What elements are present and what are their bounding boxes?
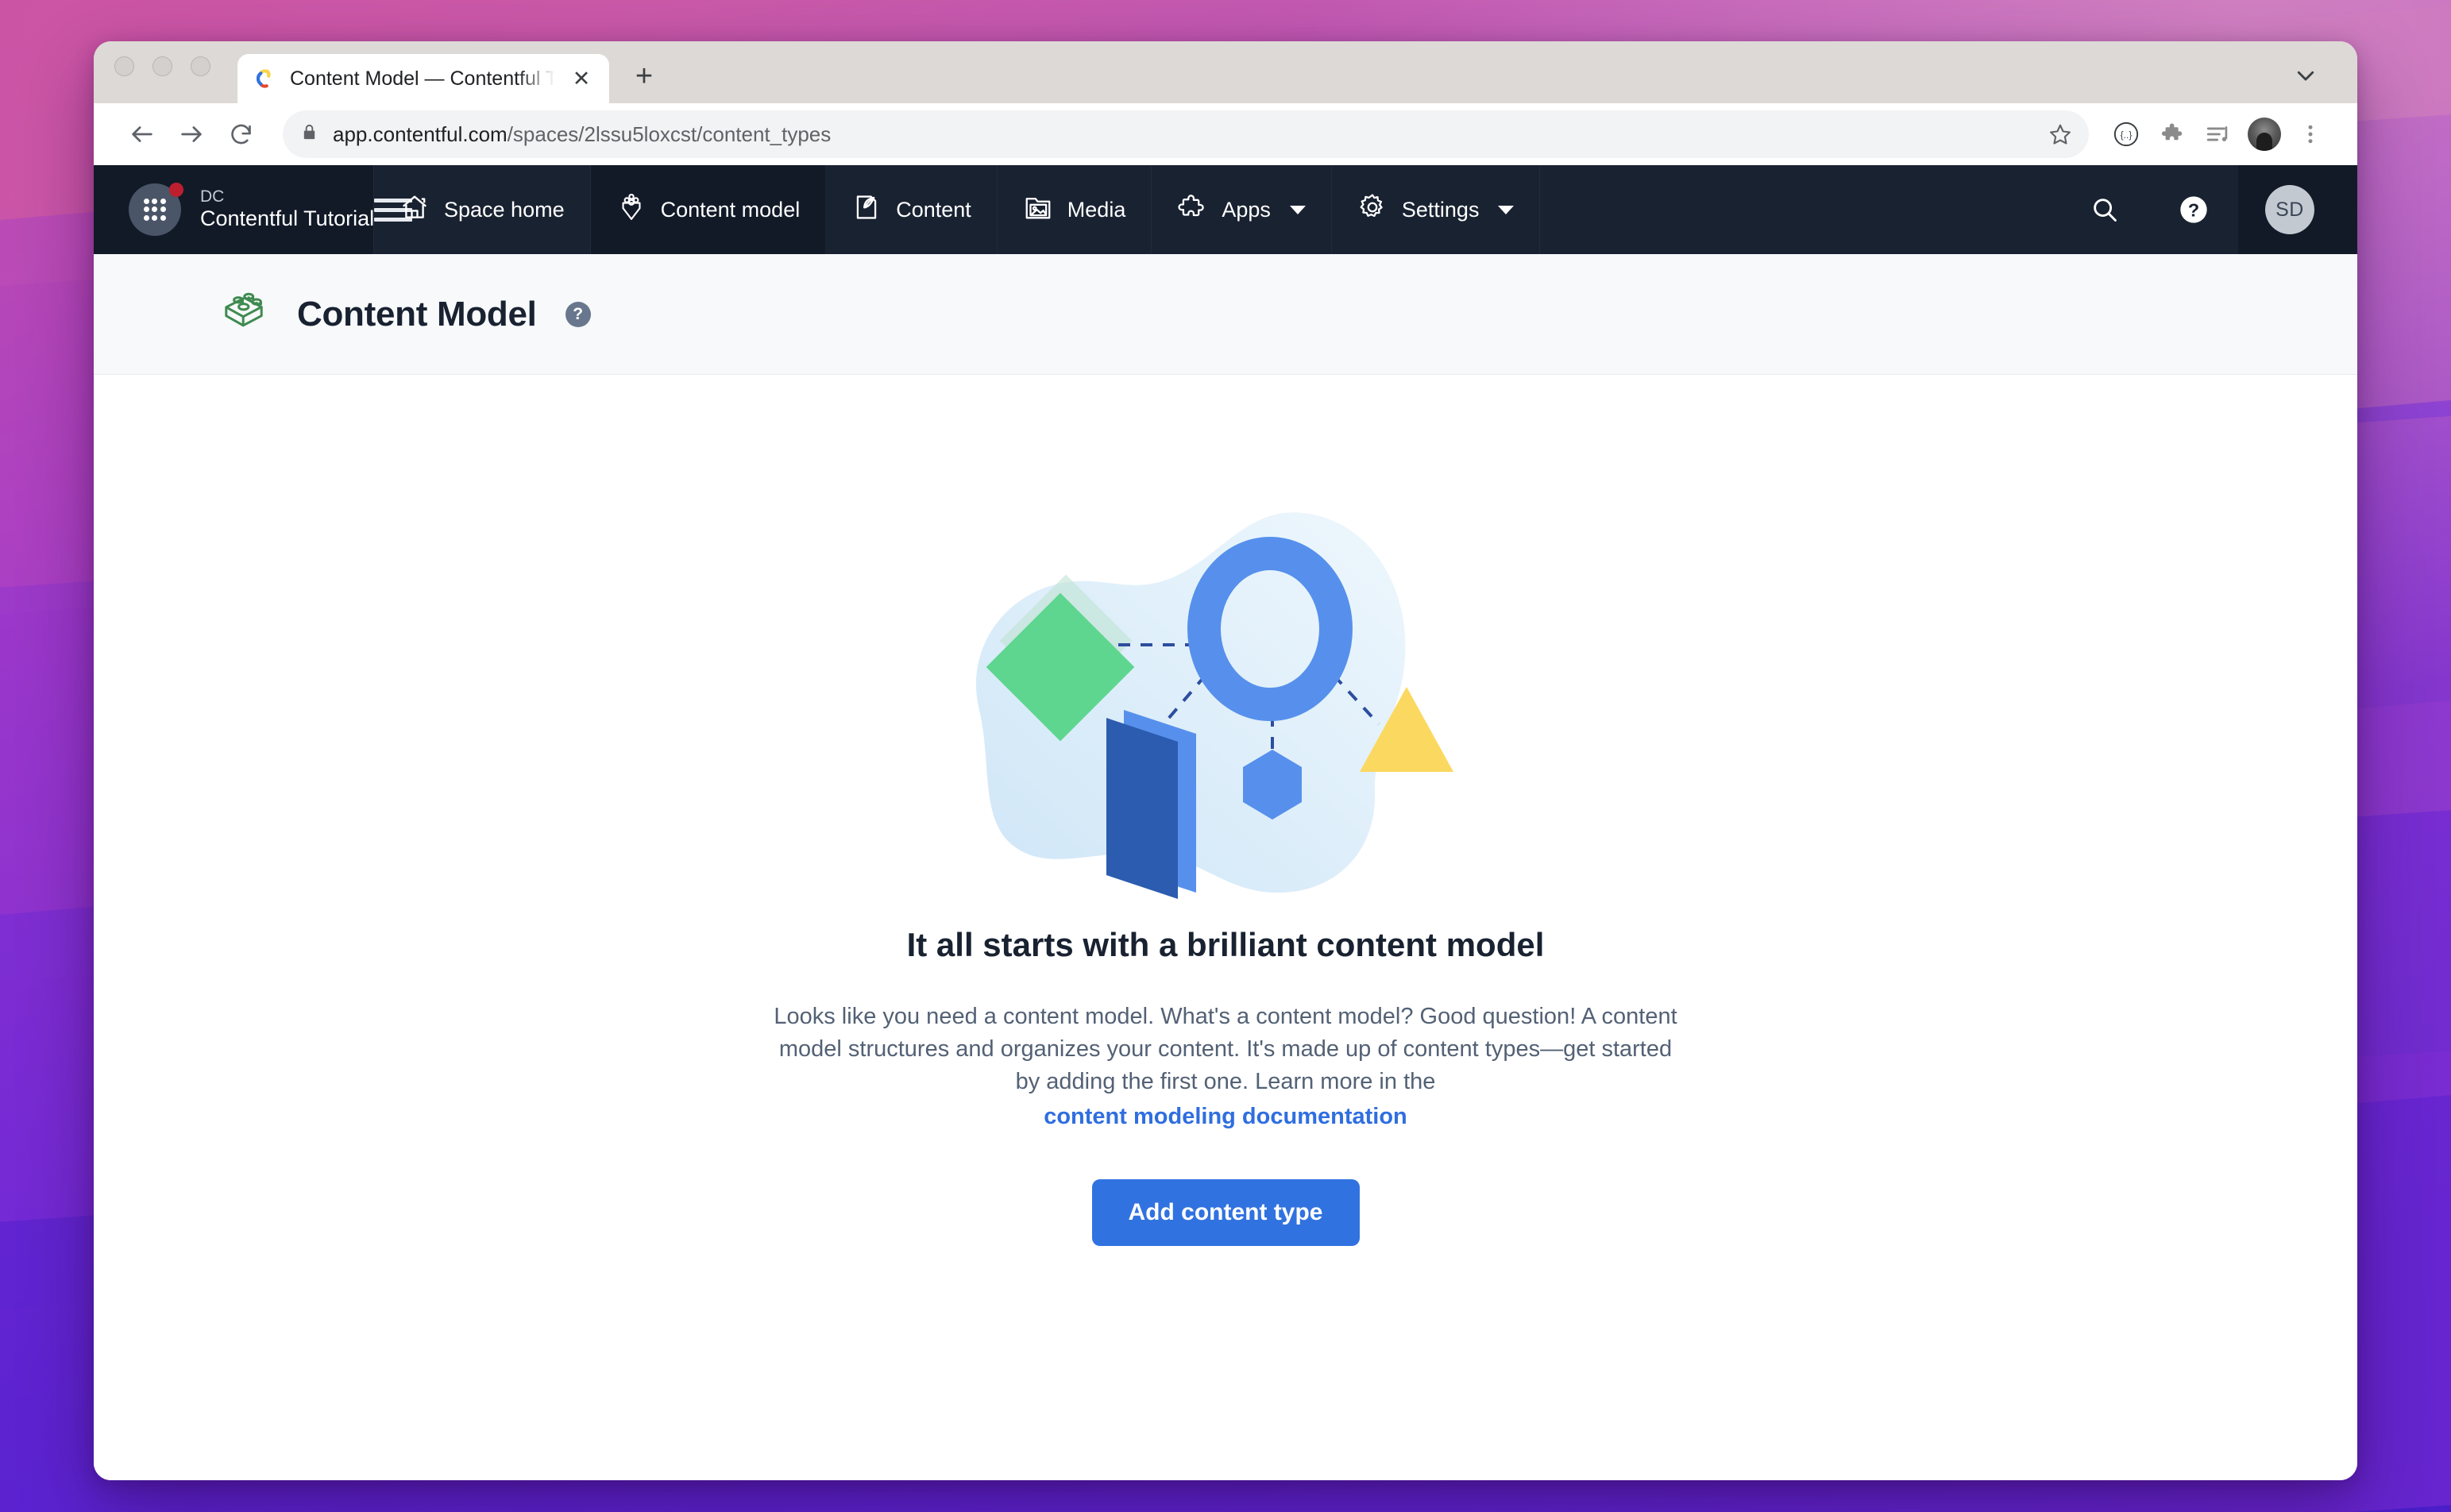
url-path: /spaces/2lssu5loxcst/content_types xyxy=(507,122,832,146)
notification-badge xyxy=(169,183,183,197)
help-question-icon[interactable]: ? xyxy=(2149,165,2238,254)
help-question-icon[interactable]: ? xyxy=(565,301,591,327)
nav-item-apps[interactable]: Apps xyxy=(1152,165,1332,254)
browser-window: Content Model — Contentful Tu ✕ + app.co… xyxy=(94,41,2357,1480)
content-model-icon xyxy=(616,192,647,228)
window-close-button[interactable] xyxy=(114,56,134,76)
puzzle-icon xyxy=(1177,192,1207,228)
nav-right-actions: ? SD xyxy=(2060,165,2357,254)
puzzle-extensions-icon[interactable] xyxy=(2149,111,2195,157)
window-maximize-button[interactable] xyxy=(191,56,210,76)
content-modeling-documentation-link[interactable]: content modeling documentation xyxy=(773,1101,1678,1133)
browser-toolbar: app.contentful.com/spaces/2lssu5loxcst/c… xyxy=(94,103,2357,165)
address-bar[interactable]: app.contentful.com/spaces/2lssu5loxcst/c… xyxy=(283,110,2089,158)
lego-brick-icon xyxy=(219,287,268,341)
json-viewer-icon[interactable]: {..} xyxy=(2103,111,2149,157)
content-model-shapes-illustration xyxy=(948,494,1503,899)
home-icon xyxy=(399,192,430,228)
organization-name: DC xyxy=(200,187,225,206)
app-navigation-bar: DC Contentful Tutorial Space home Conten… xyxy=(94,165,2357,254)
browser-tab-strip: Content Model — Contentful Tu ✕ + xyxy=(94,41,2357,103)
add-content-type-button[interactable]: Add content type xyxy=(1091,1178,1360,1246)
page-title: Content Model xyxy=(297,294,537,334)
browser-tab-title: Content Model — Contentful Tu xyxy=(290,67,555,90)
main-nav-items: Space home Content model Content Media A… xyxy=(373,165,2060,254)
chevron-down-icon xyxy=(1498,205,1515,214)
gear-icon xyxy=(1357,192,1388,228)
media-playlist-icon[interactable] xyxy=(2195,111,2241,157)
app-grid-avatar-icon[interactable] xyxy=(129,183,183,236)
nav-label: Apps xyxy=(1222,197,1271,222)
nav-label: Space home xyxy=(444,197,565,222)
forward-arrow-icon[interactable] xyxy=(167,110,216,159)
content-model-empty-state: It all starts with a brilliant content m… xyxy=(94,375,2357,1480)
window-traffic-lights[interactable] xyxy=(114,41,210,103)
bookmark-star-icon[interactable] xyxy=(2032,110,2089,158)
nav-label: Media xyxy=(1067,197,1126,222)
empty-state-paragraph-text: Looks like you need a content model. Wha… xyxy=(774,1004,1677,1095)
nav-label: Settings xyxy=(1401,197,1480,222)
browser-tab[interactable]: Content Model — Contentful Tu ✕ xyxy=(237,54,609,103)
contentful-favicon-icon xyxy=(256,68,277,89)
svg-text:?: ? xyxy=(2188,200,2199,221)
user-menu[interactable]: SD xyxy=(2238,165,2357,254)
window-minimize-button[interactable] xyxy=(152,56,172,76)
content-quill-icon xyxy=(851,192,882,228)
nav-label: Content model xyxy=(660,197,801,222)
new-tab-button[interactable]: + xyxy=(628,60,660,92)
reload-icon[interactable] xyxy=(216,110,265,159)
page-header: Content Model ? xyxy=(94,254,2357,375)
empty-state-title: It all starts with a brilliant content m… xyxy=(906,926,1545,963)
url-host: app.contentful.com xyxy=(333,122,508,146)
media-image-icon xyxy=(1023,192,1053,228)
space-name: Contentful Tutorial xyxy=(200,206,375,231)
back-arrow-icon[interactable] xyxy=(118,110,167,159)
nav-item-content[interactable]: Content xyxy=(826,165,998,254)
address-bar-url: app.contentful.com/spaces/2lssu5loxcst/c… xyxy=(333,122,831,147)
desktop-background: Content Model — Contentful Tu ✕ + app.co… xyxy=(0,0,2451,1512)
three-dot-menu-icon[interactable] xyxy=(2287,111,2333,157)
nav-item-settings[interactable]: Settings xyxy=(1332,165,1541,254)
lock-icon xyxy=(300,123,318,145)
profile-photo-icon[interactable] xyxy=(2248,118,2281,151)
tab-list-chevron-down-icon[interactable] xyxy=(2289,59,2322,92)
space-selector[interactable]: DC Contentful Tutorial xyxy=(94,165,413,254)
empty-state-paragraph: Looks like you need a content model. Wha… xyxy=(773,1001,1678,1133)
avatar: SD xyxy=(2265,185,2314,234)
nav-item-space-home[interactable]: Space home xyxy=(373,165,591,254)
contentful-app: DC Contentful Tutorial Space home Conten… xyxy=(94,165,2357,1480)
chevron-down-icon xyxy=(1289,205,1306,214)
search-icon[interactable] xyxy=(2060,165,2149,254)
svg-text:{..}: {..} xyxy=(2121,129,2133,141)
nav-label: Content xyxy=(896,197,971,222)
nav-item-content-model[interactable]: Content model xyxy=(590,165,827,254)
tab-close-icon[interactable]: ✕ xyxy=(568,65,595,92)
nav-item-media[interactable]: Media xyxy=(998,165,1152,254)
